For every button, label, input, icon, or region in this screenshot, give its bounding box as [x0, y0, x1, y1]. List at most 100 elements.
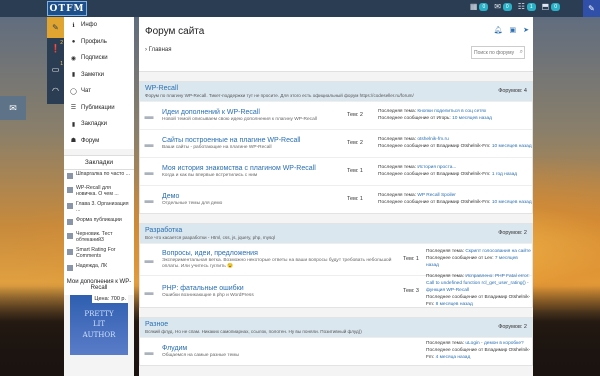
bookmark-label: Черновик. Тест обтеканий3 — [76, 230, 113, 243]
forum-name[interactable]: Сайты построенные на плагине WP-Recall — [162, 137, 344, 144]
last-message-time[interactable]: 10 месяцев назад — [492, 144, 532, 149]
menu-item-chat[interactable]: ◯ Чат — [64, 83, 134, 100]
bookmark-item[interactable]: WP-Recall для новичка. О чем ... — [64, 184, 134, 200]
monitor-strip-button[interactable]: ▭ 1 — [47, 59, 64, 80]
menu-item-label: Чат — [81, 88, 91, 95]
category-desc: Всякий флуд. Но не спам. Никаких самопиа… — [145, 329, 362, 334]
category-count: Форумов: 2 — [498, 324, 527, 330]
menu-item-info[interactable]: ℹ Инфо — [64, 17, 134, 34]
forum-desc: Когда и как вы впервые встретились с ним — [162, 172, 258, 178]
topic-count: Тем: 3 — [402, 287, 419, 294]
folder-icon: ▬ — [144, 286, 154, 297]
menu-item-forum[interactable]: ☗ Форум — [64, 133, 134, 150]
thumbnail-icon — [67, 248, 73, 255]
wifi-strip-button[interactable]: ◠ — [47, 80, 64, 101]
feedback-mail-tab[interactable]: ✉ — [0, 96, 26, 120]
last-topic-info: Последняя тема: uLogin - демон в коробке… — [422, 341, 532, 362]
folder-icon: ▬ — [144, 110, 154, 121]
forum-desc: Отдельные темы для демо — [162, 200, 223, 206]
bookmark-item[interactable]: Черновик. Тест обтеканий3 — [64, 230, 134, 246]
forum-row: ▬ Демо Отдельные темы для демо Тем: 1 Пос… — [140, 185, 532, 213]
promo-banner[interactable]: Цена: 700 р. PRETTY LIT AUTHOR — [70, 294, 128, 355]
bookmark-icon: ▮ — [71, 72, 76, 79]
forum-name[interactable]: Демо — [162, 193, 344, 200]
forum-category: Разработка Все что касается разработки -… — [139, 223, 533, 308]
category-name[interactable]: Разное — [145, 321, 527, 328]
category-name[interactable]: Разработка — [145, 227, 527, 234]
category-name[interactable]: WP-Recall — [145, 85, 527, 92]
last-topic-link[interactable]: WP Recall Spoiler — [417, 193, 456, 198]
user-icon[interactable]: ▣ — [510, 26, 517, 34]
account-menu: ℹ Инфо ● Профиль ◉ Подписки ▮ Заметки ◯ Чат ☰… — [64, 17, 134, 149]
menu-item-publications[interactable]: ☰ Публикации — [64, 100, 134, 117]
forum-name[interactable]: Идеи дополнений к WP-Recall — [162, 109, 344, 116]
bookmark-label: Шпаргалка по часто ... — [76, 171, 131, 177]
forum-name[interactable]: Моя история знакомства с плагином WP-Rec… — [162, 165, 344, 172]
last-topic-label: Последняя тема: — [426, 249, 464, 255]
last-message-time[interactable]: 1 год назад — [492, 172, 517, 177]
bookmark-item[interactable]: Надежда, ЛК — [64, 262, 134, 276]
notices-strip-button[interactable]: ❗ 2 — [47, 38, 64, 59]
last-topic-link[interactable]: Скрипт голосования на сайте — [465, 249, 531, 254]
account-icon-strip: ✎ ❗ 2 ▭ 1 ◠ — [47, 17, 64, 104]
last-message-time[interactable]: 10 месяцев назад — [452, 116, 492, 121]
bookmark-icon: ▮ — [71, 121, 76, 128]
top-notice-4[interactable]: ⬒ 0 — [542, 2, 560, 11]
last-topic-label: Последняя тема: — [378, 192, 416, 198]
last-topic-link[interactable]: uLogin - демон в коробке? — [465, 341, 523, 346]
bookmark-item[interactable]: Шпаргалка по часто ... — [64, 170, 134, 184]
bookmark-item[interactable]: Форма публикации — [64, 216, 134, 230]
last-message-time[interactable]: 8 месяцев назад — [436, 302, 473, 307]
forum-main: Форум сайта 🔔︎ ▣ ➤ › Главная ⌕ WP-Recall… — [139, 17, 533, 376]
bell-icon[interactable]: 🔔︎ — [494, 26, 503, 34]
user-avatar-button[interactable]: ✎ — [583, 0, 600, 17]
last-message-time[interactable]: 10 месяцев назад — [492, 200, 532, 205]
avatar-icon: ✎ — [588, 4, 595, 13]
top-notice-1[interactable]: ▦ 0 — [470, 2, 489, 11]
mail-icon: ✉ — [9, 102, 17, 113]
pencil-icon: ✎ — [52, 23, 59, 32]
folder-icon: ▬ — [144, 254, 154, 265]
menu-item-label: Подписки — [81, 55, 108, 62]
edit-strip-button[interactable]: ✎ — [47, 17, 64, 38]
menu-item-bookmarks[interactable]: ▮ Закладки — [64, 116, 134, 133]
last-topic-label: Последняя тема: — [378, 164, 416, 170]
bookmark-label: Smart Rating For Comments — [76, 246, 116, 259]
forum-name[interactable]: Флудим — [162, 345, 400, 352]
promo-line: AUTHOR — [82, 330, 116, 339]
forum-name[interactable]: Вопросы, идеи, предложения — [162, 250, 400, 257]
promo-line: PRETTY — [84, 309, 114, 318]
menu-item-subscriptions[interactable]: ◉ Подписки — [64, 50, 134, 67]
top-notice-2[interactable]: ✉ 0 — [494, 2, 512, 11]
last-topic-link[interactable]: otshelnik-fm.ru — [417, 137, 448, 142]
search-icon[interactable]: ⌕ — [520, 49, 523, 56]
bell-icon: ⬒ — [541, 2, 550, 11]
last-topic-info: Последняя тема: Исправлено: PHP Fatal er… — [422, 274, 532, 309]
forum-name[interactable]: PHP: фатальные ошибки — [162, 285, 400, 292]
badge-count: 0 — [551, 2, 560, 11]
top-notice-3[interactable]: ☷ 1 — [518, 2, 536, 11]
site-logo[interactable]: OTFM — [47, 1, 87, 16]
bookmark-label: Надежда, ЛК — [76, 262, 108, 269]
bookmark-item[interactable]: Smart Rating For Comments — [64, 246, 134, 262]
last-message-label: Последнее сообщение от Игорь: — [378, 115, 451, 121]
category-header: Разработка Все что касается разработки -… — [140, 224, 532, 243]
eye-icon: ◉ — [70, 55, 77, 62]
exclamation-icon: ❗ — [50, 44, 61, 53]
bookmark-label: Глава 3. Организация ... — [76, 200, 129, 213]
promo-text: PRETTY LIT AUTHOR — [70, 309, 128, 341]
notices-count: 2 — [60, 40, 63, 46]
forum-search-input[interactable] — [471, 46, 525, 59]
last-message-time[interactable]: 4 месяца назад — [436, 355, 471, 360]
top-bar: OTFM ▦ 0 ✉ 0 ☷ 1 ⬒ 0 ✎ — [0, 0, 600, 17]
last-message-label: Последнее сообщение от Lev: — [426, 256, 494, 262]
last-message-label: Последнее сообщение от Владимир Otshelni… — [378, 143, 491, 149]
last-topic-info: Последняя тема: otshelnik-fm.ru Последнее… — [366, 137, 532, 151]
menu-item-profile[interactable]: ● Профиль — [64, 34, 134, 51]
bookmark-item[interactable]: Глава 3. Организация ... — [64, 200, 134, 216]
menu-item-notes[interactable]: ▮ Заметки — [64, 67, 134, 84]
last-topic-link[interactable]: Кнопки поделиться в соц сетях — [417, 109, 486, 114]
last-topic-link[interactable]: История проста... — [417, 165, 456, 170]
breadcrumb-home[interactable]: Главная — [149, 47, 172, 53]
send-icon[interactable]: ➤ — [523, 26, 529, 34]
